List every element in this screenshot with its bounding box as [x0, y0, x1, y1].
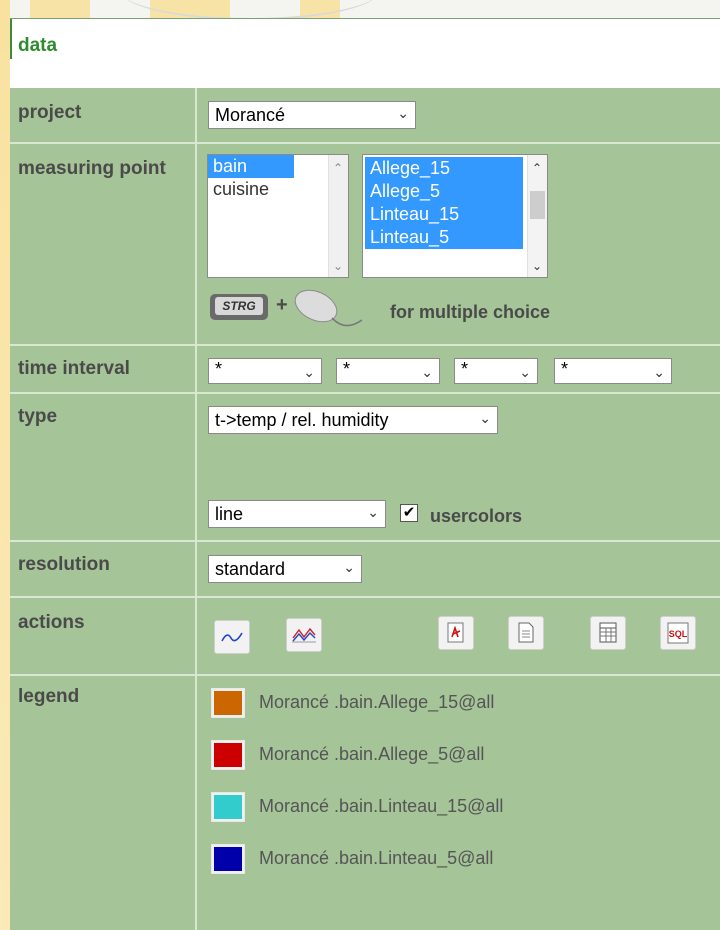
multi-line-chart-button[interactable] — [286, 618, 322, 652]
project-label: project — [18, 102, 82, 123]
time-from-value: * — [215, 359, 223, 379]
row-resolution: resolution standard ⌄ — [10, 542, 720, 598]
section-header: data — [10, 18, 720, 88]
resolution-label: resolution — [18, 554, 110, 575]
chevron-down-icon[interactable]: ⌄ — [333, 259, 343, 273]
row-type: type t->temp / rel. humidity ⌄ line ⌄ ✔ … — [10, 394, 720, 542]
scrollbar-thumb[interactable] — [530, 191, 545, 219]
chevron-down-icon: ⌄ — [519, 364, 531, 380]
type-select[interactable]: t->temp / rel. humidity ⌄ — [208, 406, 498, 434]
legend-color-swatch[interactable] — [211, 844, 245, 874]
line-chart-icon — [221, 632, 243, 642]
time-from-select[interactable]: * ⌄ — [208, 358, 322, 384]
list-item[interactable]: Allege_5 — [365, 180, 523, 203]
legend-item-label: Morancé .bain.Allege_15@all — [259, 692, 495, 712]
table-export-button[interactable] — [590, 616, 626, 650]
type-select-value: t->temp / rel. humidity — [215, 410, 389, 430]
chevron-down-icon: ⌄ — [421, 364, 433, 380]
list-item[interactable]: bain — [208, 155, 294, 178]
list-item[interactable]: cuisine — [208, 178, 348, 201]
key-label: STRG — [215, 297, 263, 315]
top-banner — [0, 0, 720, 18]
chart-type-select[interactable]: line ⌄ — [208, 500, 386, 528]
time-interval-label: time interval — [18, 358, 130, 379]
chevron-down-icon: ⌄ — [303, 364, 315, 380]
chevron-down-icon: ⌄ — [343, 559, 355, 575]
document-icon — [518, 622, 534, 643]
usercolors-checkbox[interactable]: ✔ — [400, 504, 418, 522]
mouse-icon — [294, 289, 363, 327]
table-icon — [599, 622, 617, 643]
keyboard-key-icon: STRG — [210, 294, 270, 320]
chevron-down-icon: ⌄ — [479, 410, 491, 426]
measuring-point-label: measuring point — [18, 158, 166, 179]
sql-icon: SQL — [667, 622, 689, 644]
legend-label: legend — [18, 686, 80, 707]
row-legend: legend Morancé .bain.Allege_15@all Moranc… — [10, 676, 720, 930]
chevron-down-icon[interactable]: ⌄ — [532, 259, 542, 273]
usercolors-label: usercolors — [430, 506, 523, 526]
time-value-2: * — [343, 359, 351, 379]
time-to-select[interactable]: * ⌄ — [554, 358, 672, 384]
legend-item-label: Morancé .bain.Allege_5@all — [259, 744, 485, 764]
sql-export-button[interactable]: SQL — [660, 616, 696, 650]
scrollbar[interactable]: ⌃ ⌄ — [328, 155, 348, 277]
legend-color-swatch[interactable] — [211, 688, 245, 718]
time-select-2[interactable]: * ⌄ — [336, 358, 440, 384]
type-label: type — [18, 406, 58, 427]
project-select[interactable]: Morancé ⌄ — [208, 101, 416, 129]
actions-label: actions — [18, 612, 85, 633]
section-title: data — [18, 35, 58, 56]
left-decor-bar — [0, 0, 10, 930]
resolution-select[interactable]: standard ⌄ — [208, 555, 362, 583]
legend-item-label: Morancé .bain.Linteau_5@all — [259, 848, 494, 868]
chevron-down-icon: ⌄ — [367, 504, 379, 520]
multiple-choice-hint: for multiple choice — [390, 302, 551, 322]
row-time-interval: time interval * ⌄ * ⌄ * ⌄ * ⌄ — [10, 346, 720, 394]
time-value-3: * — [461, 359, 469, 379]
multi-line-chart-icon — [292, 627, 316, 643]
scrollbar[interactable]: ⌃ ⌄ — [527, 155, 547, 277]
data-form: project Morancé ⌄ measuring point bain c… — [10, 88, 720, 930]
plus-sign: + — [276, 294, 288, 316]
legend-color-swatch[interactable] — [211, 792, 245, 822]
row-measuring-point: measuring point bain cuisine ⌃ ⌄ Allege_… — [10, 144, 720, 346]
chart-type-value: line — [215, 504, 244, 524]
chevron-down-icon: ⌄ — [653, 364, 665, 380]
time-select-3[interactable]: * ⌄ — [454, 358, 538, 384]
list-item[interactable]: Linteau_15 — [365, 203, 523, 226]
legend-item-label: Morancé .bain.Linteau_15@all — [259, 796, 504, 816]
pdf-icon — [447, 622, 464, 643]
svg-text:SQL: SQL — [669, 629, 688, 639]
sensor-listbox[interactable]: Allege_15 Allege_5 Linteau_15 Linteau_5 … — [362, 154, 548, 278]
legend-color-swatch[interactable] — [211, 740, 245, 770]
resolution-select-value: standard — [215, 559, 286, 579]
list-item[interactable]: Allege_15 — [365, 157, 523, 180]
chevron-up-icon[interactable]: ⌃ — [532, 161, 542, 175]
location-listbox[interactable]: bain cuisine ⌃ ⌄ — [207, 154, 349, 278]
document-export-button[interactable] — [508, 616, 544, 650]
chevron-down-icon: ⌄ — [397, 105, 409, 121]
line-chart-button[interactable] — [214, 620, 250, 654]
project-select-value: Morancé — [215, 105, 286, 125]
row-actions: actions SQL — [10, 598, 720, 676]
chevron-up-icon[interactable]: ⌃ — [333, 161, 343, 175]
row-project: project Morancé ⌄ — [10, 88, 720, 144]
pdf-export-button[interactable] — [438, 616, 474, 650]
time-to-value: * — [561, 359, 569, 379]
list-item[interactable]: Linteau_5 — [365, 226, 523, 249]
